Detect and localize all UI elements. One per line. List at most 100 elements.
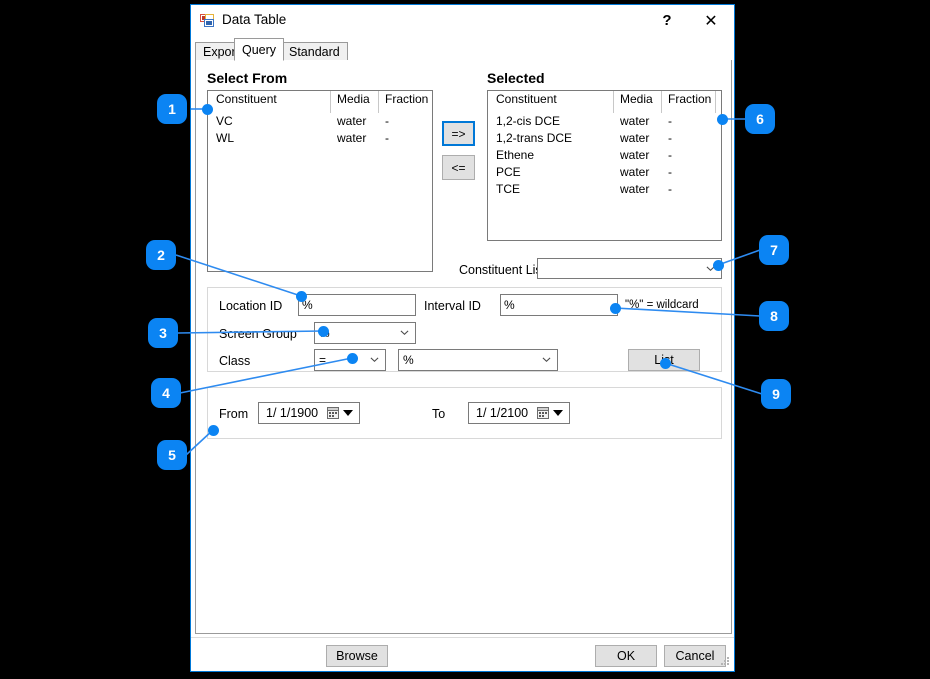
col-fraction: Fraction [668, 92, 712, 106]
title-bar: Data Table ? ✕ [191, 5, 734, 36]
tab-standard[interactable]: Standard [281, 42, 348, 61]
app-window-icon [200, 14, 214, 27]
tab-strip: Export Query Standard [195, 38, 732, 61]
cell-media: water [620, 131, 650, 145]
callout-dot-7 [713, 260, 724, 271]
list-item[interactable]: TCE water - [488, 181, 721, 198]
callout-badge-5[interactable]: 5 [157, 440, 187, 470]
resize-grip-icon[interactable] [720, 657, 731, 668]
list-item[interactable]: Ethene water - [488, 147, 721, 164]
callout-dot-8 [610, 303, 621, 314]
add-to-selected-button[interactable]: => [442, 121, 475, 146]
wildcard-note: "%" = wildcard [625, 299, 699, 311]
selected-listbox[interactable]: Constituent Media Fraction 1,2-cis DCE w… [487, 90, 722, 241]
cell-constituent: 1,2-cis DCE [496, 114, 561, 128]
callout-badge-9[interactable]: 9 [761, 379, 791, 409]
to-date-value: 1/ 1/2100 [476, 406, 529, 420]
cell-fraction: - [668, 114, 672, 128]
cell-fraction: - [385, 131, 389, 145]
interval-id-label: Interval ID [424, 299, 481, 313]
selected-label: Selected [487, 70, 545, 86]
screen-group-combo[interactable]: % [314, 322, 416, 344]
from-label: From [219, 407, 249, 421]
cell-media: water [337, 114, 367, 128]
list-item[interactable]: WL water - [208, 130, 432, 147]
list-item[interactable]: PCE water - [488, 164, 721, 181]
cell-constituent: TCE [496, 182, 520, 196]
class-label: Class [219, 354, 251, 368]
cell-constituent: VC [216, 114, 233, 128]
callout-badge-3[interactable]: 3 [148, 318, 178, 348]
to-date-picker[interactable]: 1/ 1/2100 [468, 402, 570, 424]
date-range-group: From 1/ 1/1900 To 1/ 1/2100 [207, 387, 722, 439]
location-id-label: Location ID [219, 299, 283, 313]
cell-constituent: 1,2-trans DCE [496, 131, 573, 145]
date-dropdown-arrow-icon[interactable] [343, 410, 353, 416]
callout-dot-4 [347, 353, 358, 364]
constituent-list-label: Constituent List [459, 263, 546, 277]
ok-button[interactable]: OK [595, 645, 657, 667]
callout-dot-2 [296, 291, 307, 302]
cell-constituent: PCE [496, 165, 521, 179]
constituent-list-combo[interactable] [537, 258, 722, 279]
select-from-listbox[interactable]: Constituent Media Fraction VC water - WL… [207, 90, 433, 272]
to-label: To [432, 407, 446, 421]
screenshot-root: Data Table ? ✕ Export Query Standard Sel… [0, 0, 930, 679]
help-button[interactable]: ? [648, 5, 686, 36]
cell-fraction: - [668, 182, 672, 196]
remove-from-selected-button[interactable]: <= [442, 155, 475, 180]
query-criteria-group: Location ID Interval ID "%" = wildcard S… [207, 287, 722, 372]
query-tab-page: Select From Constituent Media Fraction V… [195, 60, 732, 634]
cell-media: water [337, 131, 367, 145]
cancel-button[interactable]: Cancel [664, 645, 726, 667]
cell-fraction: - [668, 165, 672, 179]
cell-constituent: Ethene [496, 148, 535, 162]
close-button[interactable]: ✕ [692, 5, 730, 36]
callout-dot-9 [660, 358, 671, 369]
list-item[interactable]: 1,2-cis DCE water - [488, 113, 721, 130]
col-constituent: Constituent [496, 92, 557, 106]
callout-dot-5 [208, 425, 219, 436]
callout-badge-2[interactable]: 2 [146, 240, 176, 270]
col-divider [330, 91, 331, 113]
list-item[interactable]: 1,2-trans DCE water - [488, 130, 721, 147]
col-constituent: Constituent [216, 92, 277, 106]
browse-button[interactable]: Browse [326, 645, 388, 667]
calendar-icon[interactable] [327, 407, 339, 419]
callout-badge-4[interactable]: 4 [151, 378, 181, 408]
date-dropdown-arrow-icon[interactable] [553, 410, 563, 416]
class-value-combo[interactable]: % [398, 349, 558, 371]
chevron-down-icon [542, 357, 551, 363]
tab-query[interactable]: Query [234, 38, 285, 61]
col-divider [432, 91, 433, 113]
from-date-value: 1/ 1/1900 [266, 406, 319, 420]
interval-id-input[interactable] [500, 294, 618, 316]
col-media: Media [337, 92, 370, 106]
location-id-input[interactable] [298, 294, 416, 316]
select-from-header: Constituent Media Fraction [208, 91, 432, 113]
col-media: Media [620, 92, 653, 106]
callout-dot-6 [717, 114, 728, 125]
cell-constituent: WL [216, 131, 234, 145]
selected-header: Constituent Media Fraction [488, 91, 721, 113]
from-date-picker[interactable]: 1/ 1/1900 [258, 402, 360, 424]
cell-media: water [620, 148, 650, 162]
data-table-dialog: Data Table ? ✕ Export Query Standard Sel… [190, 4, 735, 672]
class-value: % [403, 353, 414, 367]
cell-fraction: - [385, 114, 389, 128]
callout-badge-7[interactable]: 7 [759, 235, 789, 265]
col-divider [613, 91, 614, 113]
list-item[interactable]: VC water - [208, 113, 432, 130]
col-divider [378, 91, 379, 113]
select-from-label: Select From [207, 70, 288, 86]
col-divider [715, 91, 716, 113]
cell-media: water [620, 114, 650, 128]
callout-badge-6[interactable]: 6 [745, 104, 775, 134]
callout-badge-1[interactable]: 1 [157, 94, 187, 124]
col-divider [661, 91, 662, 113]
screen-group-label: Screen Group [219, 327, 297, 341]
callout-dot-1 [202, 104, 213, 115]
callout-badge-8[interactable]: 8 [759, 301, 789, 331]
calendar-icon[interactable] [537, 407, 549, 419]
chevron-down-icon [400, 330, 409, 336]
